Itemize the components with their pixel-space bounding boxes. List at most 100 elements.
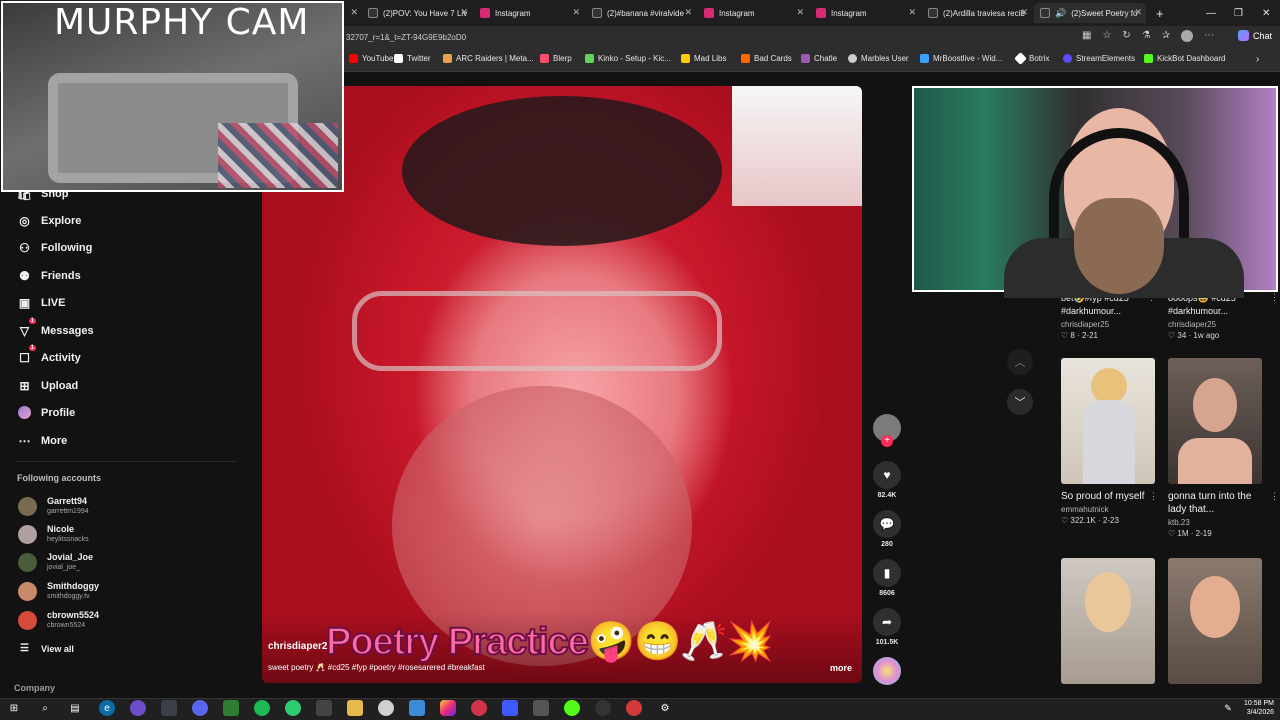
kick-icon[interactable] bbox=[564, 700, 580, 716]
sidebar-item-live[interactable]: ▣ LIVE bbox=[17, 295, 66, 310]
task-view-icon[interactable]: ▤ bbox=[67, 700, 83, 716]
extensions-icon[interactable]: ⚗ bbox=[1142, 30, 1151, 42]
bookmark-youtube[interactable]: YouTube bbox=[349, 54, 393, 63]
bookmark-kickbot[interactable]: KickBot Dashboard bbox=[1144, 54, 1225, 63]
company-link[interactable]: Company bbox=[14, 683, 55, 693]
avatar[interactable] bbox=[1181, 30, 1194, 42]
browser-tab[interactable]: Instagram ✕ bbox=[474, 3, 584, 23]
sound-disc-button[interactable] bbox=[872, 657, 902, 685]
bookmark-marbles[interactable]: Marbles User bbox=[848, 54, 909, 63]
card-menu-icon[interactable]: ⋮ bbox=[1270, 292, 1279, 303]
browser-tab-active[interactable]: 🔊 (2)Sweet Poetry fo ✕ bbox=[1034, 3, 1146, 23]
bookmark-chatle[interactable]: Chatle bbox=[801, 54, 837, 63]
app-icon[interactable] bbox=[409, 700, 425, 716]
bookmark-mrboostlive[interactable]: MrBoostlive - Wid... bbox=[920, 54, 1002, 63]
discord-icon[interactable] bbox=[192, 700, 208, 716]
taskbar-clock[interactable]: 10:58 PM 3/4/2026 bbox=[1240, 699, 1274, 717]
related-video-card[interactable]: So proud of myself emmahutnick ♡ 322.1K … bbox=[1061, 490, 1159, 525]
obs-icon[interactable] bbox=[316, 700, 332, 716]
tab-close-icon[interactable]: ✕ bbox=[908, 7, 916, 18]
sidebar-item-upload[interactable]: ⊞ Upload bbox=[17, 378, 78, 393]
sidebar-item-more[interactable]: ⋯ More bbox=[17, 433, 68, 448]
comment-button[interactable]: 💬 280 bbox=[872, 510, 902, 548]
app-icon[interactable] bbox=[223, 700, 239, 716]
sidebar-item-following[interactable]: ⚇ Following bbox=[17, 240, 92, 255]
browser-tab[interactable]: Instagram ✕ bbox=[810, 3, 920, 23]
bookmarks-overflow-chevron-icon[interactable]: › bbox=[1256, 54, 1259, 65]
previous-video-button[interactable]: ︿ bbox=[1007, 349, 1033, 375]
tab-close-icon[interactable]: ✕ bbox=[684, 7, 692, 18]
refresh-icon[interactable]: ↻ bbox=[1122, 30, 1130, 42]
author-avatar-button[interactable]: + bbox=[872, 414, 902, 447]
caption-more-button[interactable]: more bbox=[830, 663, 852, 673]
app-icon[interactable] bbox=[161, 700, 177, 716]
tab-close-icon[interactable]: ✕ bbox=[346, 3, 358, 23]
copilot-chat-button[interactable]: Chat bbox=[1238, 30, 1272, 41]
edge-browser-icon[interactable]: e bbox=[99, 700, 115, 716]
video-author[interactable]: chrisdiaper25 bbox=[268, 641, 333, 652]
url-input[interactable]: 32707_r=1&_t=ZT-94G9E9b2oD0 bbox=[344, 29, 1084, 45]
bookmark-blerp[interactable]: Blerp bbox=[540, 54, 572, 63]
maximize-icon[interactable]: ❐ bbox=[1228, 3, 1244, 23]
video-thumbnail[interactable] bbox=[1061, 358, 1155, 484]
new-tab-button[interactable]: + bbox=[1150, 3, 1168, 23]
browser-tab[interactable]: (2)POV: You Have 7 Liv ✕ bbox=[362, 3, 472, 23]
favorites-icon[interactable]: ✰ bbox=[1162, 30, 1170, 42]
app-icon[interactable] bbox=[378, 700, 394, 716]
bookmark-kinko[interactable]: Kinko - Setup - Kic... bbox=[585, 54, 671, 63]
sidebar-item-messages[interactable]: ▽ 1 Messages bbox=[17, 318, 94, 338]
bookmark-bad-cards[interactable]: Bad Cards bbox=[741, 54, 792, 63]
reader-icon[interactable]: ▦ bbox=[1082, 30, 1091, 42]
speaker-icon[interactable]: 🔊 bbox=[1055, 8, 1066, 19]
sidebar-item-friends[interactable]: ⚉ Friends bbox=[17, 268, 81, 283]
settings-gear-icon[interactable]: ⚙ bbox=[657, 700, 673, 716]
bookmark-mad-libs[interactable]: Mad Libs bbox=[681, 54, 726, 63]
sidebar-item-profile[interactable]: Profile bbox=[17, 405, 75, 420]
sidebar-item-explore[interactable]: ◎ Explore bbox=[17, 213, 81, 228]
follow-plus-icon[interactable]: + bbox=[881, 435, 893, 447]
video-thumbnail[interactable] bbox=[1168, 558, 1262, 684]
bookmark-streamelements[interactable]: StreamElements bbox=[1063, 54, 1135, 63]
app-icon[interactable] bbox=[502, 700, 518, 716]
pen-icon[interactable]: ✎ bbox=[1220, 700, 1236, 716]
minimize-icon[interactable]: — bbox=[1200, 3, 1216, 23]
following-account[interactable]: Nicole heylitssnacks bbox=[18, 524, 89, 544]
bookmark-arc-raiders[interactable]: ARC Raiders | Meta... bbox=[443, 54, 534, 63]
spotify-icon[interactable] bbox=[254, 700, 270, 716]
like-button[interactable]: ♥ 82.4K bbox=[872, 461, 902, 499]
card-menu-icon[interactable]: ⋮ bbox=[1270, 491, 1279, 502]
sidebar-item-activity[interactable]: ☐ 1 Activity bbox=[17, 345, 81, 365]
instagram-icon[interactable] bbox=[440, 700, 456, 716]
app-icon[interactable] bbox=[471, 700, 487, 716]
following-account[interactable]: Garrett94 garrettm1994 bbox=[18, 496, 89, 516]
window-close-icon[interactable]: ✕ bbox=[1256, 3, 1272, 23]
related-video-card[interactable]: oooops😆 #cd25 #darkhumour... chrisdiaper… bbox=[1168, 292, 1272, 340]
star-icon[interactable]: ☆ bbox=[1102, 30, 1111, 42]
app-icon[interactable] bbox=[533, 700, 549, 716]
app-icon[interactable] bbox=[595, 700, 611, 716]
tab-close-icon[interactable]: ✕ bbox=[1134, 7, 1142, 18]
browser-tab[interactable]: (2)Ardilla traviesa recib ✕ bbox=[922, 3, 1032, 23]
app-icon[interactable] bbox=[285, 700, 301, 716]
following-account[interactable]: Jovial_Joe jovial_joe_ bbox=[18, 552, 93, 572]
video-thumbnail[interactable] bbox=[1168, 358, 1262, 484]
card-menu-icon[interactable]: ⋮ bbox=[1149, 491, 1158, 502]
tab-close-icon[interactable]: ✕ bbox=[460, 7, 468, 18]
related-video-card[interactable]: bet🤣#fyp #cd25 #darkhumour... chrisdiape… bbox=[1061, 292, 1159, 340]
app-icon[interactable] bbox=[130, 700, 146, 716]
bookmark-botrix[interactable]: Botrix bbox=[1014, 52, 1049, 65]
app-icon[interactable] bbox=[626, 700, 642, 716]
related-video-card[interactable]: gonna turn into the lady that... ktb.23 … bbox=[1168, 490, 1268, 538]
following-account[interactable]: Smithdoggy smithdoggy.tv bbox=[18, 581, 99, 601]
search-icon[interactable]: ⌕ bbox=[37, 700, 53, 716]
view-all-button[interactable]: ☰ View all bbox=[17, 641, 74, 656]
bookmark-twitter[interactable]: Twitter bbox=[394, 54, 431, 63]
tab-close-icon[interactable]: ✕ bbox=[1020, 7, 1028, 18]
windows-start-icon[interactable]: ⊞ bbox=[6, 700, 22, 716]
save-button[interactable]: ▮ 8606 bbox=[872, 559, 902, 597]
browser-tab[interactable]: Instagram ✕ bbox=[698, 3, 808, 23]
next-video-button[interactable]: ﹀ bbox=[1007, 389, 1033, 415]
browser-tab[interactable]: (2)#banana #viralvide ✕ bbox=[586, 3, 696, 23]
share-button[interactable]: ➦ 101.5K bbox=[872, 608, 902, 646]
tab-close-icon[interactable]: ✕ bbox=[796, 7, 804, 18]
